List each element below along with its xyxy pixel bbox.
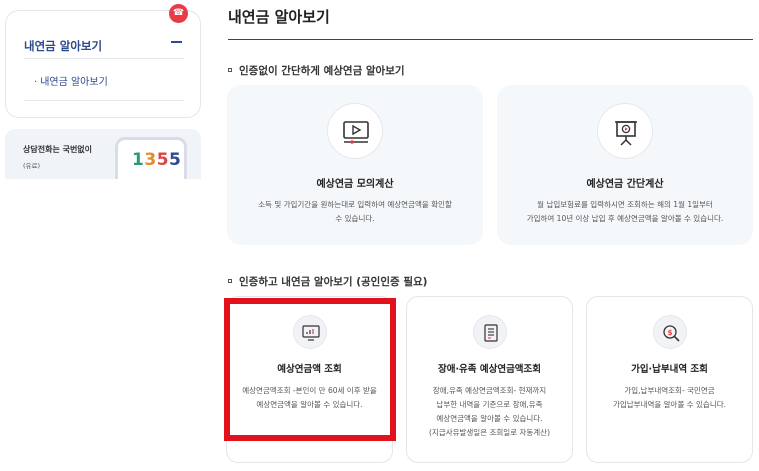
call-number-digit: 5 [156, 150, 170, 170]
card-desc: 장애,유족 예상연금액조회- 현재까지 납부한 내역을 기준으로 장애,유족 예… [413, 384, 566, 440]
section-title-text: 인증하고 내연금 알아보기 (공인인증 필요) [239, 276, 428, 288]
bullet-dot: · [34, 77, 38, 88]
monitor-play-icon [327, 103, 383, 159]
card-pension-simulation[interactable]: 예상연금 모의계산 소득 및 가입기간을 원하는대로 입력하여 예상연금액을 확… [227, 85, 483, 245]
call-banner-text: 상담전화는 국번없이 [23, 145, 93, 154]
svg-text:$: $ [667, 329, 672, 337]
phone-call-icon: ☎ [169, 4, 188, 23]
card-title: 예상연금 모의계산 [316, 179, 394, 190]
card-desc-line: 월 납입보험료를 입력하시면 조회하는 해의 1월 1일부터 [537, 200, 713, 209]
card-desc-line: 가입하여 10년 이상 납입 후 예상연금액을 알아볼 수 있습니다. [526, 214, 724, 223]
card-title: 예상연금 간단계산 [586, 179, 664, 190]
call-number-digit: 3 [144, 150, 157, 170]
card-expected-pension-inquiry[interactable]: 예상연금액 조회 예상연금액조회 -본인이 만 60세 이후 받을 예상연금액을… [226, 296, 393, 463]
card-desc-line: 가입납부내역을 알아볼 수 있습니다. [612, 400, 727, 409]
card-desc-line: 수 있습니다. [335, 214, 375, 223]
call-number: 1355 [132, 150, 181, 170]
square-bullet-icon [228, 68, 232, 72]
card-desc: 월 납입보험료를 입력하시면 조회하는 해의 1월 1일부터 가입하여 10년 … [507, 198, 743, 226]
card-desc: 예상연금액조회 -본인이 만 60세 이후 받을 예상연금액을 알아볼 수 있습… [233, 384, 386, 412]
card-desc-line: 가입,납부내역조회- 국민연금 [624, 386, 715, 395]
money-search-icon: $ [652, 315, 687, 349]
section-title-auth: 인증하고 내연금 알아보기 (공인인증 필요) [228, 274, 427, 289]
section-title-text: 인증없이 간단하게 예상연금 알아보기 [239, 65, 405, 77]
card-desc-line: 예상연금액조회 -본인이 만 60세 이후 받을 [242, 386, 377, 395]
call-number-digit: 1 [132, 150, 145, 170]
call-number-digit: 5 [169, 150, 182, 170]
screen-chart-icon [292, 315, 327, 349]
sidebar-menu: 내연금 알아보기 · 내연금 알아보기 [5, 10, 201, 118]
collapse-minus-icon[interactable] [171, 35, 184, 48]
card-desc: 가입,납부내역조회- 국민연금 가입납부내역을 알아볼 수 있습니다. [593, 384, 746, 412]
card-desc-line: 장애,유족 예상연금액조회- 현재까지 [432, 386, 547, 395]
document-list-icon [472, 315, 507, 349]
card-pension-quick-calc[interactable]: 예상연금 간단계산 월 납입보험료를 입력하시면 조회하는 해의 1월 1일부터… [497, 85, 753, 245]
sidebar-item-pension[interactable]: · 내연금 알아보기 [34, 73, 108, 88]
sidebar-menu-title[interactable]: 내연금 알아보기 [24, 38, 102, 54]
card-desc-line: (지급사유발생일은 조회일로 자동계산) [428, 428, 551, 437]
square-bullet-icon [228, 279, 232, 283]
card-desc-line: 소득 및 가입기간을 원하는대로 입력하여 예상연금액을 확인할 [258, 200, 452, 209]
sidebar-divider [24, 58, 184, 59]
card-title: 예상연금액 조회 [277, 364, 342, 375]
card-enrollment-payment-history[interactable]: $ 가입·납부내역 조회 가입,납부내역조회- 국민연금 가입납부내역을 알아볼… [586, 296, 753, 463]
card-desc: 소득 및 가입기간을 원하는대로 입력하여 예상연금액을 확인할 수 있습니다. [237, 198, 473, 226]
card-disability-survivor-pension-inquiry[interactable]: 장애·유족 예상연금액조회 장애,유족 예상연금액조회- 현재까지 납부한 내역… [406, 296, 573, 463]
card-desc-line: 납부한 내역을 기준으로 장애,유족 [436, 400, 543, 409]
call-banner-sub: (유료) [23, 162, 41, 170]
call-banner[interactable]: 상담전화는 국번없이 (유료) 1355 [5, 129, 201, 179]
presentation-board-icon [597, 103, 653, 159]
card-desc-line: 예상연금액을 알아볼 수 있습니다. [256, 400, 363, 409]
card-title: 가입·납부내역 조회 [631, 364, 708, 375]
page-title: 내연금 알아보기 [228, 8, 330, 26]
title-divider [228, 39, 753, 40]
card-title: 장애·유족 예상연금액조회 [437, 364, 542, 375]
section-title-no-auth: 인증없이 간단하게 예상연금 알아보기 [228, 63, 405, 78]
card-desc-line: 예상연금액을 알아볼 수 있습니다. [436, 414, 543, 423]
sidebar-item-label: 내연금 알아보기 [40, 77, 108, 88]
sidebar-divider [24, 100, 184, 101]
